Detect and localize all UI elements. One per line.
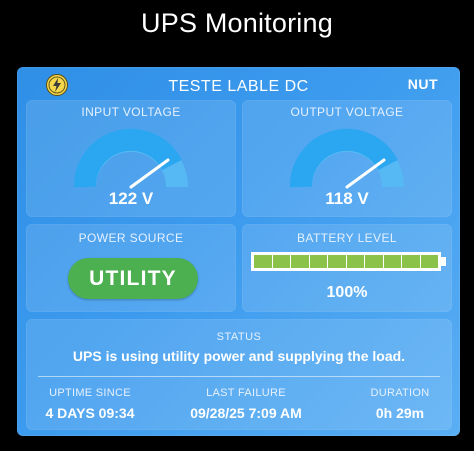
output-voltage-label: OUTPUT VOLTAGE bbox=[290, 105, 404, 119]
last-failure-label: LAST FAILURE bbox=[206, 387, 286, 399]
battery-segment bbox=[328, 255, 346, 268]
power-source-tile: POWER SOURCE UTILITY bbox=[26, 224, 236, 312]
page-title: UPS Monitoring bbox=[141, 8, 333, 38]
last-failure-value: 09/28/25 7:09 AM bbox=[190, 405, 302, 421]
battery-tip bbox=[441, 257, 446, 266]
input-voltage-value: 122 V bbox=[108, 189, 154, 208]
output-voltage-tile: OUTPUT VOLTAGE 118 V bbox=[242, 100, 452, 217]
battery-segment bbox=[420, 255, 438, 268]
power-source-badge: UTILITY bbox=[68, 258, 198, 299]
uptime-value: 4 DAYS 09:34 bbox=[45, 405, 135, 421]
battery-segment bbox=[383, 255, 401, 268]
input-voltage-label: INPUT VOLTAGE bbox=[81, 105, 181, 119]
driver-badge: NUT bbox=[407, 76, 438, 92]
battery-segment bbox=[309, 255, 327, 268]
device-name: TESTE LABLE DC bbox=[168, 78, 309, 95]
output-voltage-gauge bbox=[290, 128, 404, 189]
status-text: UPS is using utility power and supplying… bbox=[72, 348, 406, 364]
input-voltage-gauge bbox=[74, 128, 188, 189]
duration-label: DURATION bbox=[370, 387, 430, 399]
power-source-label: POWER SOURCE bbox=[78, 231, 184, 245]
input-voltage-tile: INPUT VOLTAGE 122 V bbox=[26, 100, 236, 217]
uptime-label: UPTIME SINCE bbox=[49, 387, 131, 399]
battery-segment bbox=[254, 255, 272, 268]
status-tile: STATUS UPS is using utility power and su… bbox=[26, 319, 452, 430]
battery-level-tile: BATTERY LEVEL 100% bbox=[242, 224, 452, 312]
battery-level-label: BATTERY LEVEL bbox=[297, 231, 397, 245]
battery-segment bbox=[346, 255, 364, 268]
duration-value: 0h 29m bbox=[375, 405, 425, 421]
battery-segment bbox=[291, 255, 309, 268]
status-label: STATUS bbox=[216, 331, 262, 343]
battery-level-value: 100% bbox=[326, 284, 368, 301]
battery-bar bbox=[251, 252, 441, 271]
battery-segment bbox=[402, 255, 420, 268]
status-divider bbox=[38, 376, 440, 377]
ups-card: TESTE LABLE DC NUT INPUT VOLTAGE 122 V O… bbox=[17, 67, 460, 436]
output-voltage-value: 118 V bbox=[325, 189, 369, 208]
battery-segment bbox=[365, 255, 383, 268]
battery-segment bbox=[272, 255, 290, 268]
